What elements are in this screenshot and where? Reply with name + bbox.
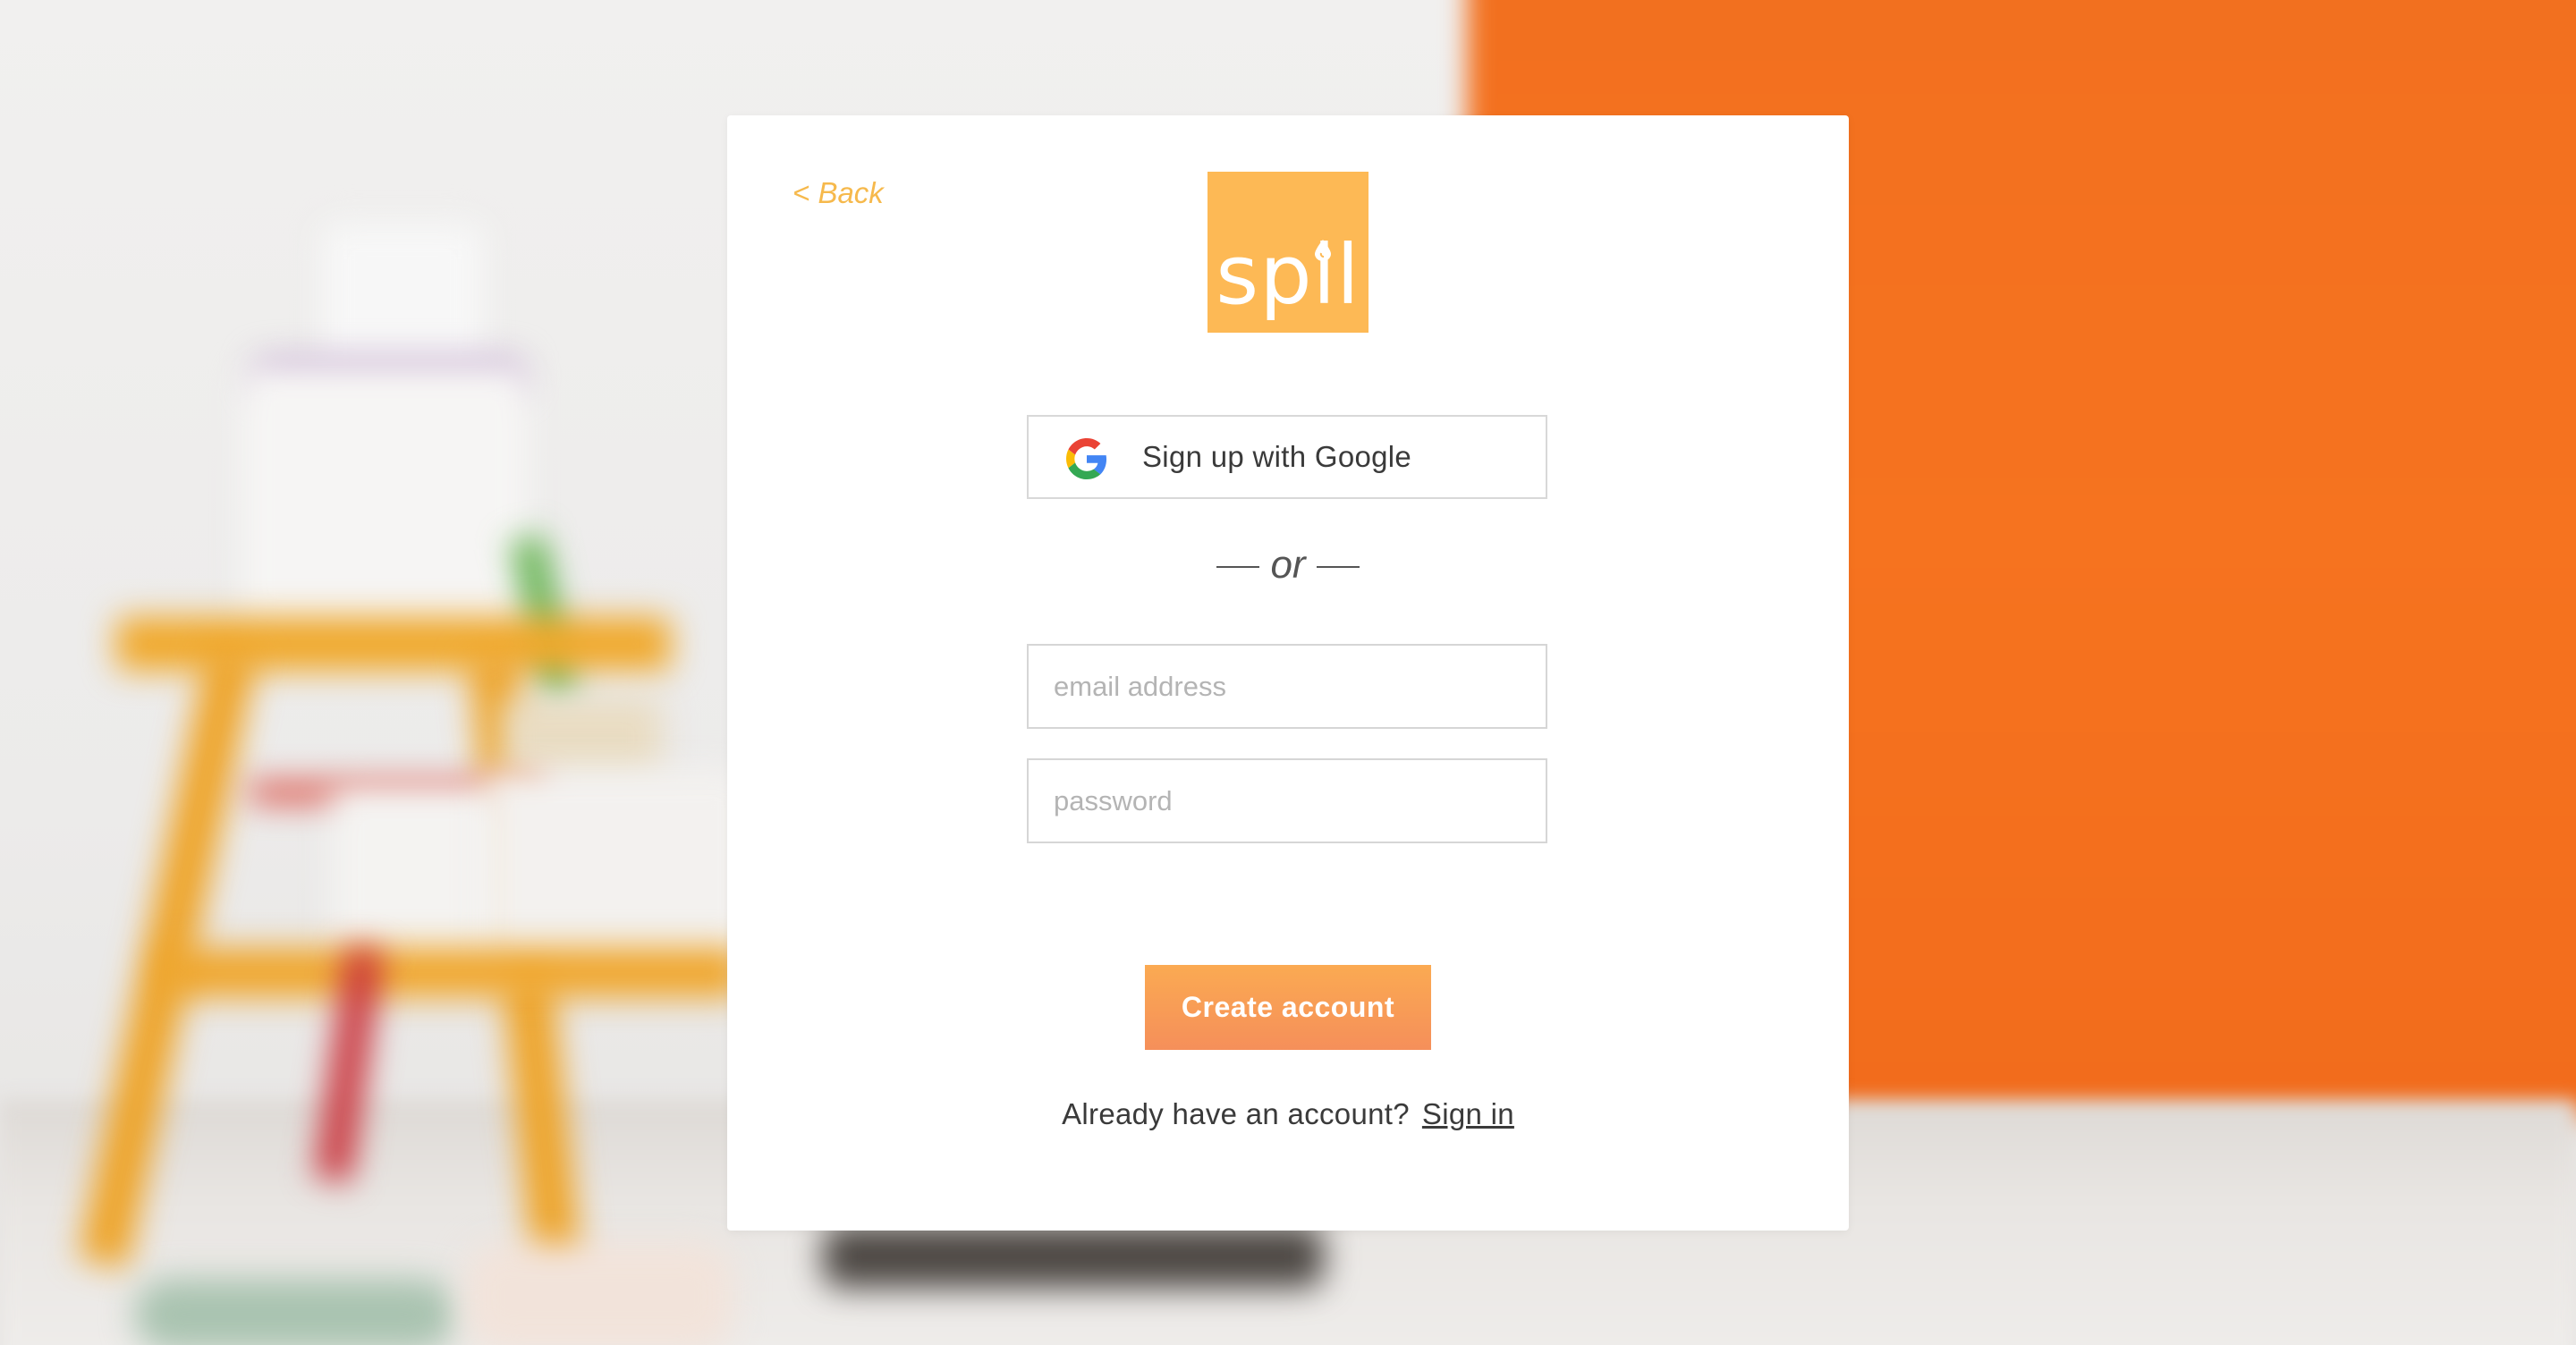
signin-prompt: Already have an account? — [1062, 1097, 1410, 1130]
google-button-label: Sign up with Google — [1142, 440, 1412, 473]
or-divider: or — [727, 543, 1849, 588]
google-signup-button[interactable]: Sign up with Google — [1027, 415, 1547, 499]
create-account-button[interactable]: Create account — [1145, 965, 1431, 1050]
signin-row: Already have an account? Sign in — [727, 1097, 1849, 1131]
email-field[interactable] — [1027, 644, 1547, 729]
divider-line-left — [1216, 566, 1260, 569]
divider-line-right — [1316, 566, 1360, 569]
signup-page: < Back spil Sign up with Google or Creat… — [0, 0, 2576, 1345]
password-field[interactable] — [1027, 758, 1547, 843]
signup-card: < Back spil Sign up with Google or Creat… — [727, 115, 1849, 1231]
google-g-icon — [1066, 438, 1107, 479]
or-label: or — [1270, 543, 1306, 587]
spil-logo: spil — [1208, 172, 1368, 333]
back-link[interactable]: < Back — [792, 176, 884, 210]
paint-drop-icon — [1315, 240, 1331, 261]
signin-link[interactable]: Sign in — [1422, 1097, 1514, 1130]
logo-text: spil — [1216, 227, 1360, 323]
